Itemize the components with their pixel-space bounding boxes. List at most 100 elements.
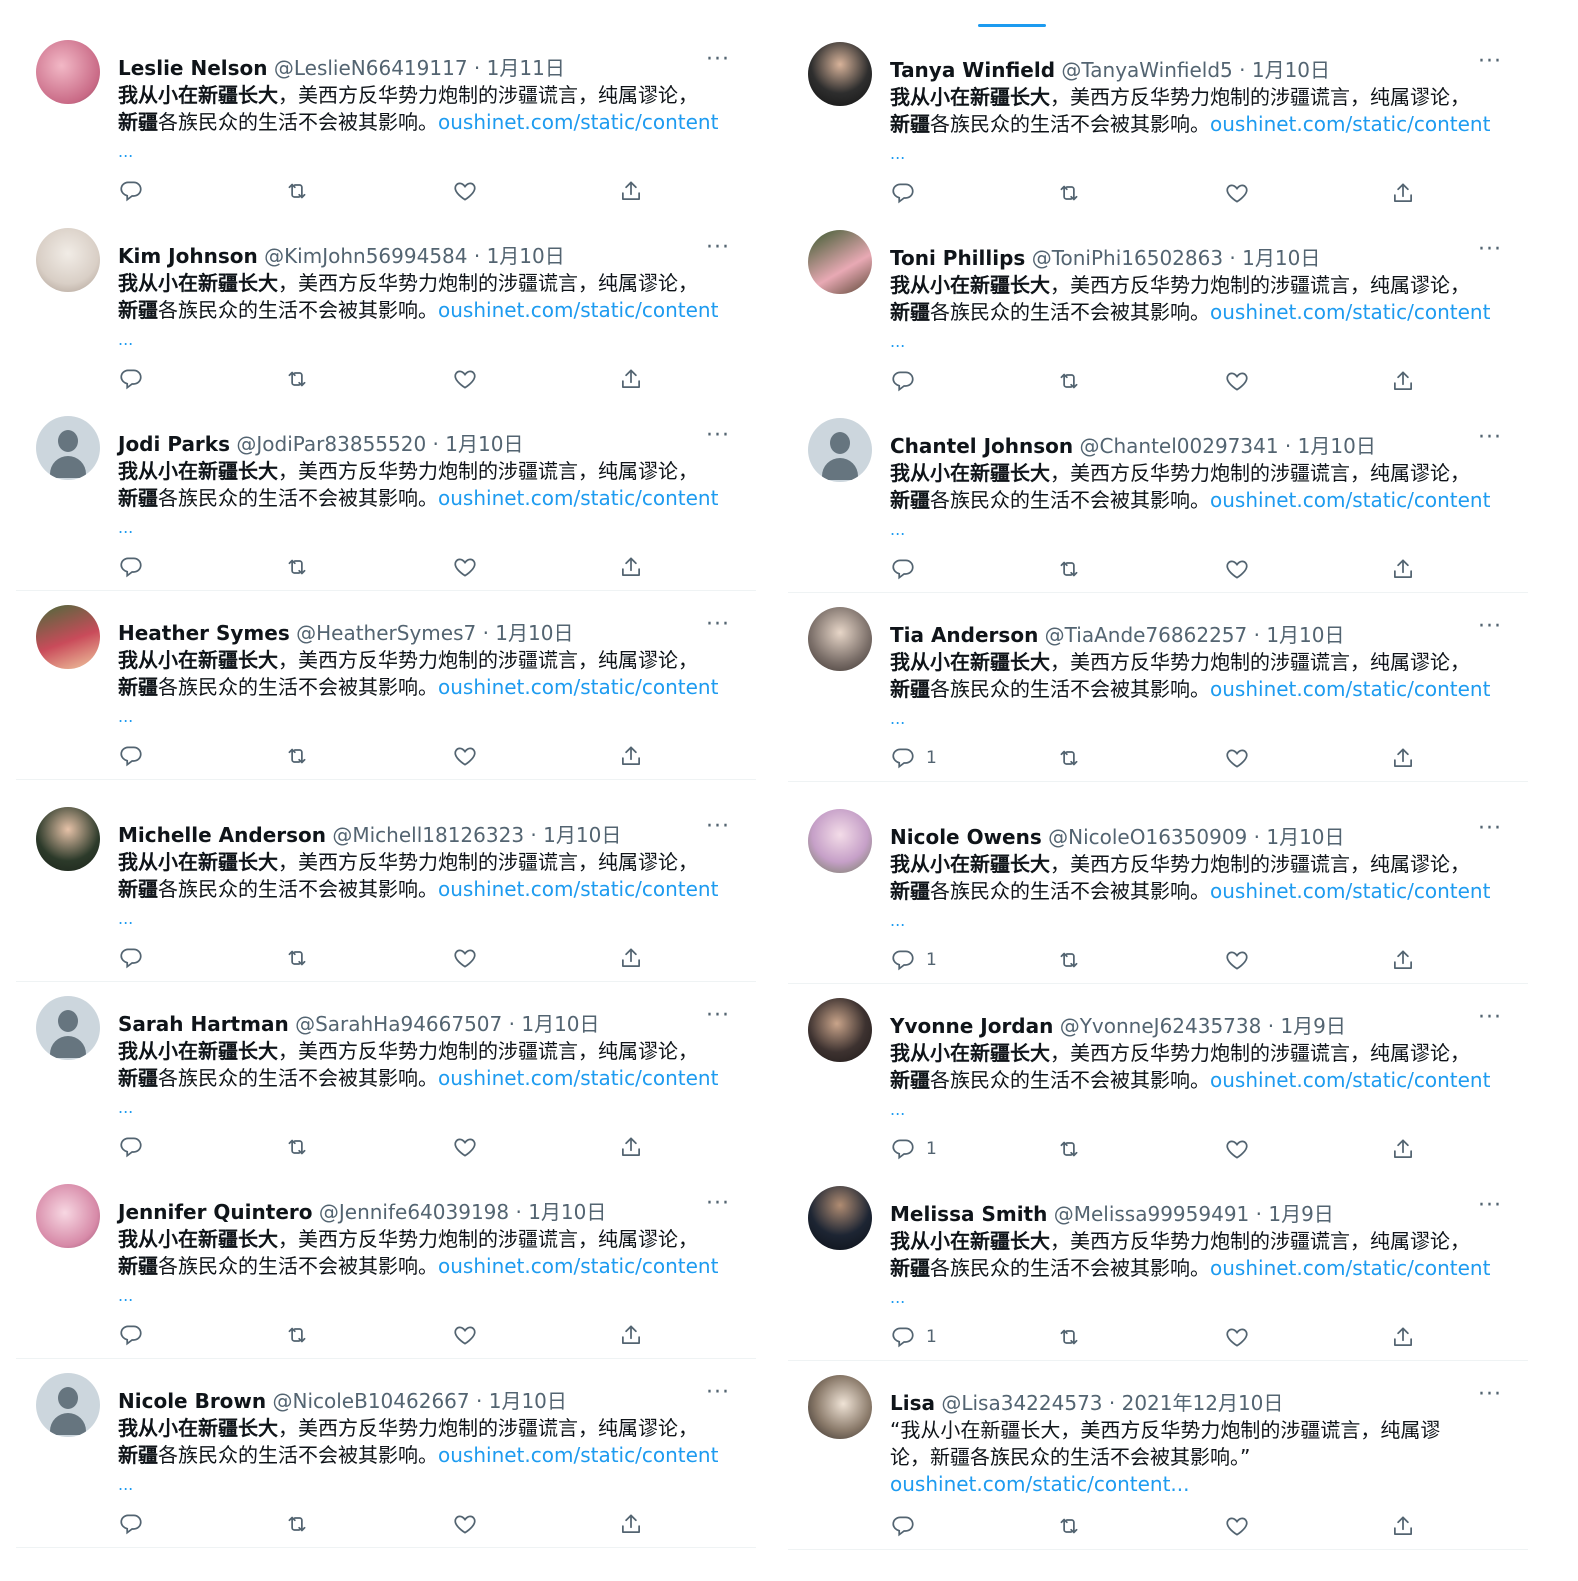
tweet[interactable]: Jennifer Quintero @Jennife64039198 · 1月1…: [16, 1170, 756, 1359]
share-button[interactable]: [618, 741, 644, 771]
more-icon[interactable]: ···: [706, 614, 730, 636]
tweet-link[interactable]: oushinet.com/static/content: [438, 110, 718, 134]
reply-button[interactable]: 1: [890, 1134, 937, 1164]
tweet[interactable]: Lisa @Lisa34224573 · 2021年12月10日 ··· “我从…: [788, 1361, 1528, 1550]
tweet-link[interactable]: oushinet.com/static/content: [1210, 879, 1490, 903]
retweet-button[interactable]: [1056, 1134, 1082, 1164]
tweet[interactable]: Jodi Parks @JodiPar83855520 · 1月10日 ··· …: [16, 402, 756, 591]
like-button[interactable]: [452, 176, 478, 206]
display-name[interactable]: Lisa: [890, 1391, 935, 1415]
more-icon[interactable]: ···: [706, 1382, 730, 1404]
more-icon[interactable]: ···: [706, 1005, 730, 1027]
user-handle[interactable]: @HeatherSymes7: [296, 621, 476, 645]
like-button[interactable]: [452, 552, 478, 582]
like-button[interactable]: [1224, 1134, 1250, 1164]
link-ellipsis[interactable]: ...: [118, 1286, 133, 1305]
profile-photo[interactable]: [808, 809, 872, 873]
share-button[interactable]: [1390, 945, 1416, 975]
display-name[interactable]: Sarah Hartman: [118, 1012, 289, 1036]
tweet-date[interactable]: 1月10日: [1266, 825, 1344, 849]
link-ellipsis[interactable]: ...: [890, 520, 905, 539]
tweet[interactable]: Kim Johnson @KimJohn56994584 · 1月10日 ···…: [16, 214, 756, 403]
display-name[interactable]: Tanya Winfield: [890, 58, 1055, 82]
more-icon[interactable]: ···: [706, 49, 730, 71]
share-button[interactable]: [618, 552, 644, 582]
share-button[interactable]: [618, 1320, 644, 1350]
link-ellipsis[interactable]: ...: [890, 332, 905, 351]
like-button[interactable]: [1224, 554, 1250, 584]
retweet-button[interactable]: [284, 1509, 310, 1539]
share-button[interactable]: [1390, 178, 1416, 208]
more-icon[interactable]: ···: [706, 425, 730, 447]
more-icon[interactable]: ···: [1478, 818, 1502, 840]
profile-photo[interactable]: [808, 607, 872, 671]
tweet[interactable]: Tanya Winfield @TanyaWinfield5 · 1月10日 ·…: [788, 28, 1528, 217]
user-handle[interactable]: @Michell18126323: [332, 823, 524, 847]
user-handle[interactable]: @TiaAnde76862257: [1045, 623, 1248, 647]
tweet-link[interactable]: oushinet.com/static/content: [438, 1066, 718, 1090]
tweet[interactable]: Heather Symes @HeatherSymes7 · 1月10日 ···…: [16, 591, 756, 780]
tweet[interactable]: Nicole Brown @NicoleB10462667 · 1月10日 ··…: [16, 1359, 756, 1548]
retweet-button[interactable]: [1056, 178, 1082, 208]
tweet-date[interactable]: 1月10日: [1298, 434, 1376, 458]
more-icon[interactable]: ···: [1478, 1195, 1502, 1217]
default-avatar[interactable]: [808, 418, 872, 482]
tweet[interactable]: Chantel Johnson @Chantel00297341 · 1月10日…: [788, 404, 1528, 593]
tweet-link[interactable]: oushinet.com/static/content: [438, 486, 718, 510]
tweet[interactable]: Melissa Smith @Melissa99959491 · 1月9日 ··…: [788, 1172, 1528, 1361]
reply-button[interactable]: [890, 1511, 916, 1541]
tweet-date[interactable]: 1月10日: [543, 823, 621, 847]
profile-photo[interactable]: [36, 605, 100, 669]
tweet[interactable]: Michelle Anderson @Michell18126323 · 1月1…: [16, 793, 756, 982]
link-ellipsis[interactable]: ...: [118, 1475, 133, 1494]
tweet[interactable]: Nicole Owens @NicoleO16350909 · 1月10日 ··…: [788, 795, 1528, 984]
like-button[interactable]: [1224, 945, 1250, 975]
like-button[interactable]: [452, 1132, 478, 1162]
user-handle[interactable]: @NicoleB10462667: [273, 1389, 470, 1413]
user-handle[interactable]: @NicoleO16350909: [1048, 825, 1247, 849]
more-icon[interactable]: ···: [706, 816, 730, 838]
share-button[interactable]: [1390, 1322, 1416, 1352]
profile-photo[interactable]: [808, 1186, 872, 1250]
reply-button[interactable]: [890, 366, 916, 396]
tweet[interactable]: Leslie Nelson @LeslieN66419117 · 1月11日 ·…: [16, 26, 756, 215]
profile-photo[interactable]: [808, 1375, 872, 1439]
share-button[interactable]: [1390, 366, 1416, 396]
display-name[interactable]: Chantel Johnson: [890, 434, 1073, 458]
profile-photo[interactable]: [808, 42, 872, 106]
tweet-link[interactable]: oushinet.com/static/content...: [890, 1471, 1500, 1498]
tweet-date[interactable]: 1月10日: [528, 1200, 606, 1224]
tweet-date[interactable]: 1月10日: [489, 1389, 567, 1413]
more-icon[interactable]: ···: [1478, 1384, 1502, 1406]
tweet-link[interactable]: oushinet.com/static/content: [1210, 1256, 1490, 1280]
more-icon[interactable]: ···: [706, 1193, 730, 1215]
tweet-date[interactable]: 1月10日: [495, 621, 573, 645]
default-avatar[interactable]: [36, 996, 100, 1060]
reply-button[interactable]: [118, 176, 144, 206]
more-icon[interactable]: ···: [1478, 239, 1502, 261]
reply-button[interactable]: [890, 178, 916, 208]
user-handle[interactable]: @Lisa34224573: [941, 1391, 1102, 1415]
retweet-button[interactable]: [284, 364, 310, 394]
link-ellipsis[interactable]: ...: [118, 909, 133, 928]
user-handle[interactable]: @LeslieN66419117: [274, 56, 468, 80]
like-button[interactable]: [452, 741, 478, 771]
like-button[interactable]: [452, 1509, 478, 1539]
share-button[interactable]: [618, 943, 644, 973]
more-icon[interactable]: ···: [1478, 51, 1502, 73]
retweet-button[interactable]: [284, 1132, 310, 1162]
user-handle[interactable]: @Melissa99959491: [1054, 1202, 1250, 1226]
user-handle[interactable]: @KimJohn56994584: [264, 244, 467, 268]
reply-button[interactable]: [118, 1132, 144, 1162]
reply-button[interactable]: 1: [890, 1322, 937, 1352]
display-name[interactable]: Tia Anderson: [890, 623, 1038, 647]
tweet[interactable]: Yvonne Jordan @YvonneJ62435738 · 1月9日 ··…: [788, 984, 1528, 1173]
link-ellipsis[interactable]: ...: [118, 707, 133, 726]
tweet-date[interactable]: 1月10日: [1242, 246, 1320, 270]
retweet-button[interactable]: [284, 552, 310, 582]
retweet-button[interactable]: [1056, 366, 1082, 396]
share-button[interactable]: [618, 364, 644, 394]
profile-photo[interactable]: [36, 1184, 100, 1248]
share-button[interactable]: [618, 1509, 644, 1539]
link-ellipsis[interactable]: ...: [118, 1098, 133, 1117]
